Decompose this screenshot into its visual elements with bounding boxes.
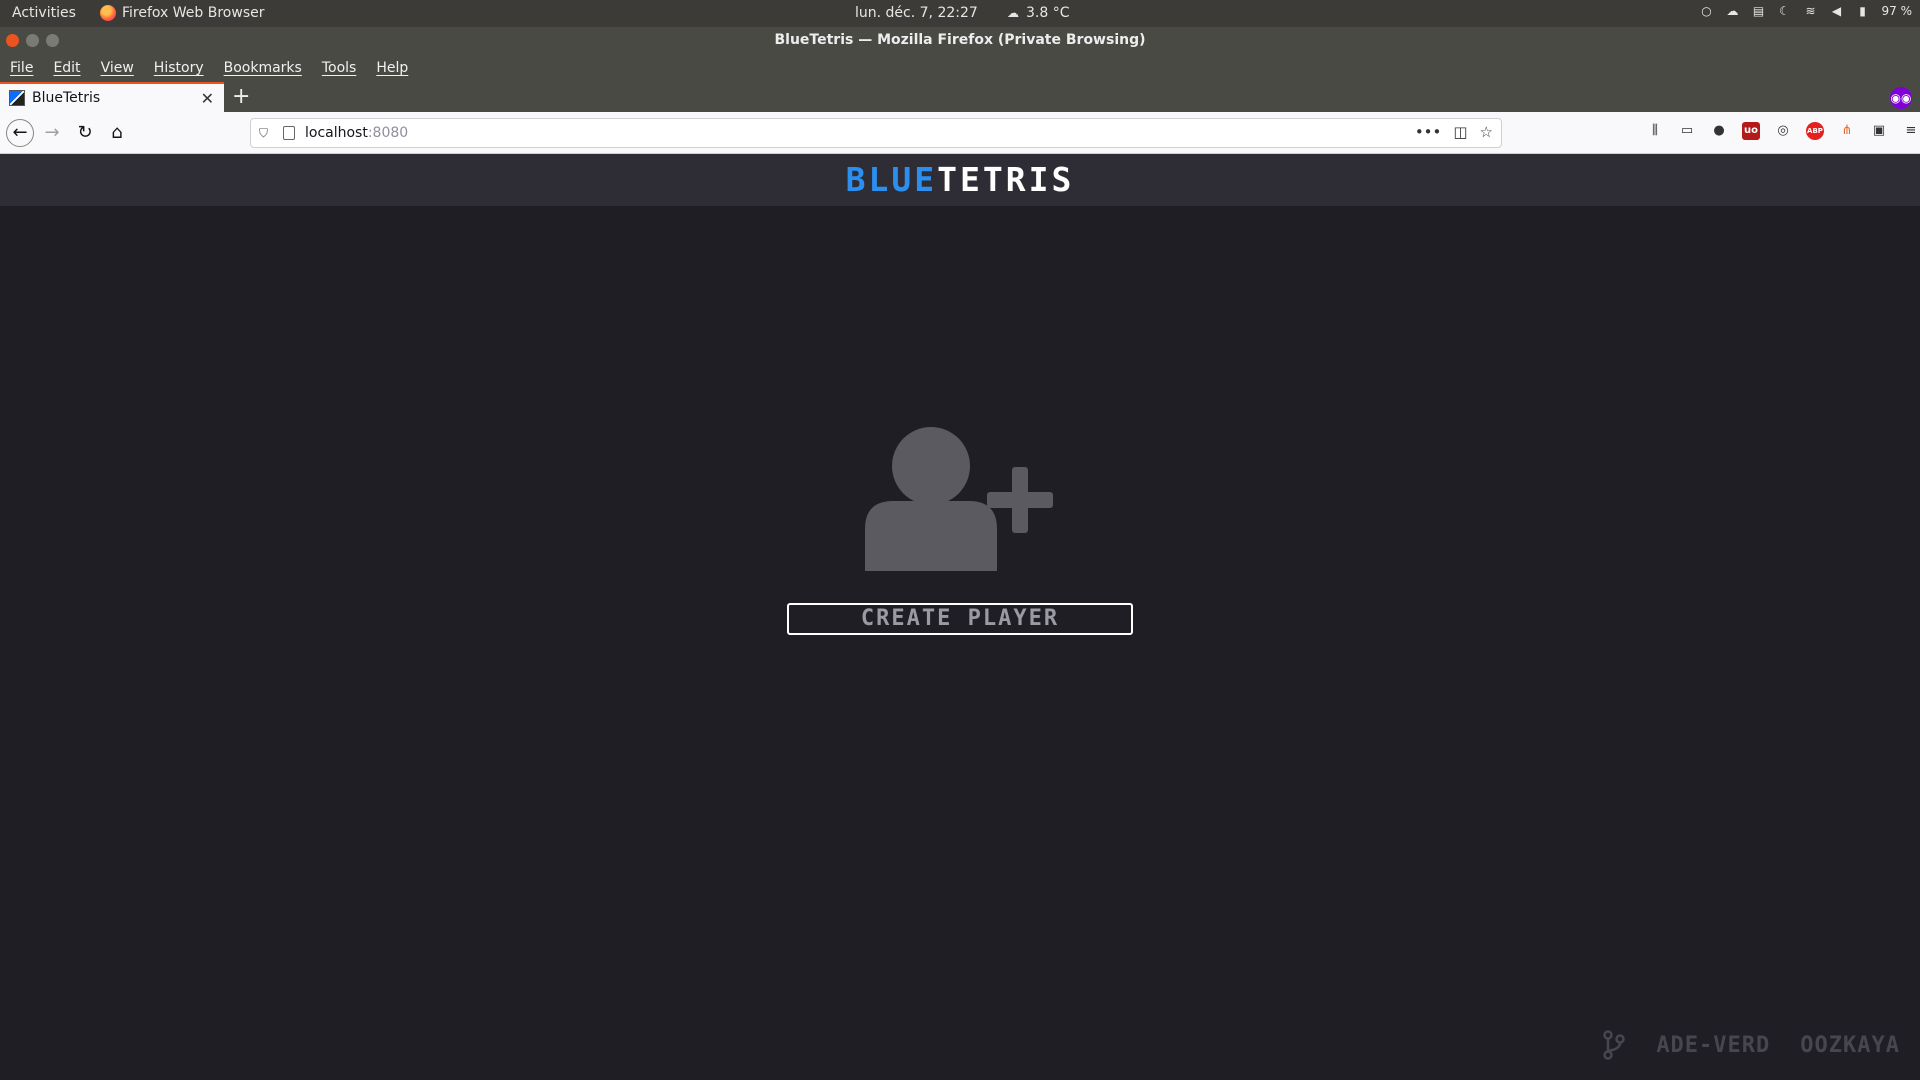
sidebar-icon[interactable]: ▭ (1678, 122, 1696, 140)
clipboard-icon[interactable]: ▤ (1752, 4, 1766, 18)
weather-temp: 3.8 °C (1026, 5, 1070, 21)
forward-arrow-icon[interactable]: → (39, 120, 65, 146)
menu-bookmarks[interactable]: Bookmarks (224, 54, 322, 82)
menu-history[interactable]: History (154, 54, 224, 82)
close-tab-icon[interactable]: ✕ (201, 89, 214, 108)
bluetetris-favicon-icon (9, 90, 25, 106)
private-browsing-icon: ◉◉ (1890, 87, 1912, 109)
user-add-icon[interactable] (860, 425, 1060, 585)
account-icon[interactable]: ● (1710, 122, 1728, 140)
url-port: :8080 (367, 125, 409, 141)
app-header: BLUETETRIS (0, 154, 1920, 206)
footer-credits: ADE-VERD OOZKAYA (1602, 1030, 1900, 1060)
menu-help[interactable]: Help (376, 54, 428, 82)
navigation-toolbar: ← → ↻ ⌂ ⛉ localhost:8080 ••• ◫ ☆ ⫼ ▭ ● u… (0, 112, 1920, 154)
create-player-button[interactable]: CREATE PLAYER (787, 603, 1133, 635)
ublock-icon[interactable]: uo (1742, 122, 1760, 140)
firefox-logo-icon (100, 5, 116, 21)
brand-blue: BLUE (845, 160, 938, 199)
footer-author-1[interactable]: ADE-VERD (1656, 1033, 1770, 1058)
system-tray: ○ ☁ ▤ ☾ ≋ ◀ ▮ 97 % (1700, 4, 1913, 18)
menu-edit[interactable]: Edit (53, 54, 100, 82)
url-host: localhost (305, 125, 368, 141)
weather-indicator[interactable]: ☁ 3.8 °C (1006, 5, 1070, 21)
network-extension-icon[interactable]: ⋔ (1838, 122, 1856, 140)
toolbar-extensions: ⫼ ▭ ● uo ◎ ABP ⋔ ▣ ≡ (1646, 122, 1920, 140)
url-text[interactable]: localhost:8080 (305, 125, 408, 141)
window-minimize-button[interactable] (26, 34, 39, 47)
url-bar[interactable]: ⛉ localhost:8080 ••• ◫ ☆ (250, 118, 1502, 148)
git-branch-icon[interactable] (1602, 1030, 1626, 1060)
system-top-bar: Activities Firefox Web Browser lun. déc.… (0, 0, 1920, 27)
circle-indicator-icon[interactable]: ○ (1700, 4, 1714, 18)
window-maximize-button[interactable] (46, 34, 59, 47)
page-actions-icon[interactable]: ••• (1415, 123, 1442, 141)
wifi-icon[interactable]: ≋ (1804, 4, 1818, 18)
window-close-button[interactable] (6, 34, 19, 47)
clock[interactable]: lun. déc. 7, 22:27 (855, 5, 978, 21)
window-title-bar: BlueTetris — Mozilla Firefox (Private Br… (0, 27, 1920, 54)
app-menu-label: Firefox Web Browser (122, 5, 265, 21)
activities-button[interactable]: Activities (12, 5, 76, 21)
library-icon[interactable]: ⫼ (1646, 122, 1664, 140)
footer-author-2[interactable]: OOZKAYA (1800, 1033, 1900, 1058)
pocket-icon[interactable]: ◫ (1453, 123, 1467, 141)
new-tab-icon[interactable]: + (232, 84, 250, 109)
battery-icon[interactable]: ▮ (1856, 4, 1870, 18)
page-info-icon[interactable] (283, 126, 295, 140)
tab-strip: BlueTetris ✕ + ◉◉ (0, 82, 1920, 112)
url-actions: ••• ◫ ☆ (1415, 123, 1493, 141)
tracking-shield-icon[interactable]: ⛉ (259, 126, 273, 140)
back-arrow-icon[interactable]: ← (6, 119, 34, 147)
privacy-extension-icon[interactable]: ◎ (1774, 122, 1792, 140)
menu-view[interactable]: View (101, 54, 154, 82)
cloud-icon: ☁ (1007, 6, 1019, 20)
menu-tools[interactable]: Tools (322, 54, 377, 82)
reload-icon[interactable]: ↻ (72, 120, 98, 146)
adblock-plus-icon[interactable]: ABP (1806, 122, 1824, 140)
app-menu[interactable]: Firefox Web Browser (100, 5, 265, 21)
brand-logo[interactable]: BLUETETRIS (846, 160, 1075, 199)
brand-white: TETRIS (937, 160, 1075, 199)
tab-title: BlueTetris (32, 90, 101, 106)
window-title: BlueTetris — Mozilla Firefox (Private Br… (774, 32, 1146, 48)
night-light-icon[interactable]: ☾ (1778, 4, 1792, 18)
bookmark-star-icon[interactable]: ☆ (1480, 123, 1493, 141)
menu-hamburger-icon[interactable]: ≡ (1902, 122, 1920, 140)
menu-file[interactable]: File (10, 54, 53, 82)
volume-icon[interactable]: ◀ (1830, 4, 1844, 18)
cloud-sync-icon[interactable]: ☁ (1726, 4, 1740, 18)
battery-percent: 97 % (1881, 4, 1913, 18)
reader-extension-icon[interactable]: ▣ (1870, 122, 1888, 140)
menu-bar: File Edit View History Bookmarks Tools H… (0, 54, 1920, 82)
home-icon[interactable]: ⌂ (104, 120, 130, 146)
tab-bluetetris[interactable]: BlueTetris ✕ (0, 82, 224, 112)
